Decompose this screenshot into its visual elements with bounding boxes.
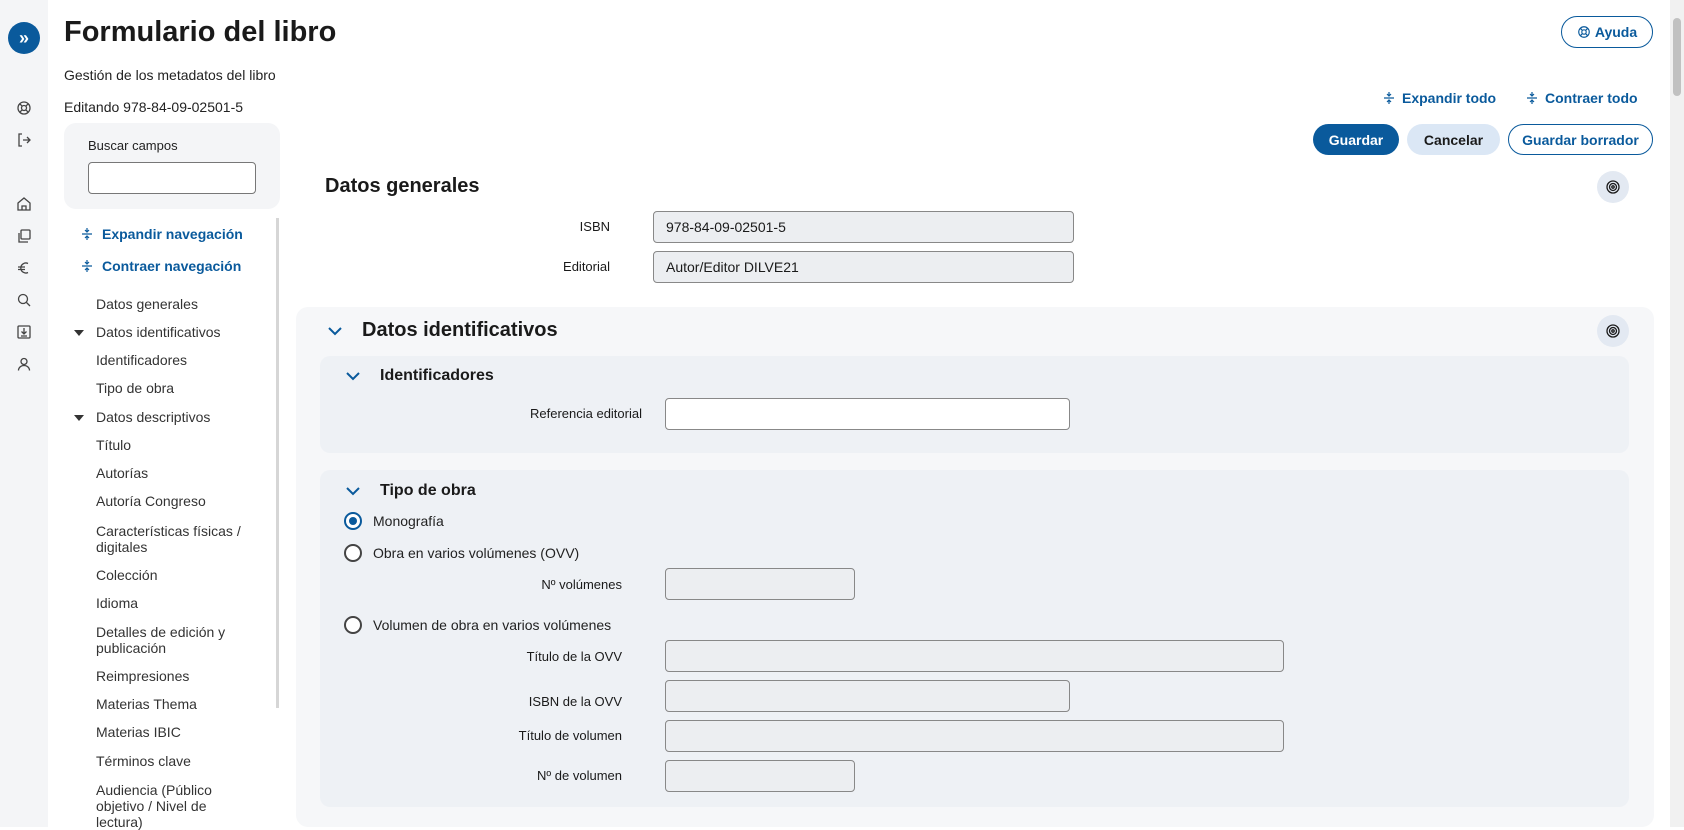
expand-all-button[interactable]: Expandir todo — [1382, 90, 1496, 106]
left-rail: » — [0, 0, 48, 827]
nav-item-coleccion[interactable]: Colección — [96, 567, 246, 583]
editing-label: Editando 978-84-09-02501-5 — [64, 99, 244, 115]
subsection-title-tipo-de-obra: Tipo de obra — [380, 482, 476, 499]
user-icon[interactable] — [12, 352, 36, 376]
collapse-navigation-link[interactable]: Contraer navegación — [80, 258, 241, 274]
section-title-datos-identificativos: Datos identificativos — [362, 319, 558, 341]
nav-item-datos-identificativos[interactable]: Datos identificativos — [96, 324, 246, 340]
nav-item-reimpresiones[interactable]: Reimpresiones — [96, 668, 246, 684]
collapse-all-button[interactable]: Contraer todo — [1525, 90, 1638, 106]
radio-ovv[interactable] — [344, 544, 362, 562]
save-button[interactable]: Guardar — [1313, 124, 1399, 155]
page-scrollbar[interactable] — [1670, 0, 1684, 827]
chevron-down-icon[interactable] — [344, 367, 362, 385]
nav-item-autorias[interactable]: Autorías — [96, 465, 246, 481]
lifebuoy-icon — [1578, 26, 1590, 38]
nav-item-materias-ibic[interactable]: Materias IBIC — [96, 724, 246, 740]
isbn-label: ISBN — [579, 219, 610, 234]
save-draft-button[interactable]: Guardar borrador — [1508, 124, 1653, 155]
lifebuoy-icon[interactable] — [12, 96, 36, 120]
volume-number-input[interactable] — [665, 760, 855, 792]
nav-item-datos-descriptivos[interactable]: Datos descriptivos — [96, 409, 246, 425]
books-icon[interactable] — [12, 224, 36, 248]
ovv-title-label: Título de la OVV — [526, 649, 622, 664]
nav-item-datos-generales[interactable]: Datos generales — [96, 296, 246, 312]
editorial-reference-input[interactable] — [665, 398, 1070, 430]
expand-navigation-label: Expandir navegación — [102, 226, 243, 242]
download-icon[interactable] — [12, 320, 36, 344]
cancel-button[interactable]: Cancelar — [1407, 124, 1500, 155]
nav-item-materias-thema[interactable]: Materias Thema — [96, 696, 246, 712]
logout-icon[interactable] — [12, 128, 36, 152]
radio-label-monografia: Monografía — [373, 513, 444, 529]
nav-item-titulo[interactable]: Título — [96, 437, 246, 453]
chevron-down-icon[interactable] — [344, 482, 362, 500]
collapse-navigation-label: Contraer navegación — [102, 258, 242, 274]
section-title-datos-generales: Datos generales — [325, 175, 480, 197]
subsection-title-identificadores: Identificadores — [380, 367, 494, 384]
collapse-icon — [82, 260, 92, 272]
euro-icon[interactable] — [12, 256, 36, 280]
publisher-label: Editorial — [563, 259, 610, 274]
home-icon[interactable] — [12, 192, 36, 216]
collapse-icon — [1527, 92, 1537, 104]
tipo-de-obra-panel — [320, 470, 1629, 807]
radio-volumen-ovv[interactable] — [344, 616, 362, 634]
expand-rail-icon[interactable]: » — [8, 22, 40, 54]
nav-item-detalles-edicion[interactable]: Detalles de edición y publicación — [96, 624, 246, 656]
caret-down-icon[interactable] — [74, 415, 84, 421]
caret-down-icon[interactable] — [74, 330, 84, 336]
scrollbar-thumb[interactable] — [1673, 18, 1681, 96]
num-volumes-input[interactable] — [665, 568, 855, 600]
nav-item-identificadores[interactable]: Identificadores — [96, 352, 246, 368]
publisher-field[interactable]: Autor/Editor DILVE21 — [653, 251, 1074, 283]
radio-monografia[interactable] — [344, 512, 362, 530]
isbn-field[interactable]: 978-84-09-02501-5 — [653, 211, 1074, 243]
search-label: Buscar campos — [88, 138, 178, 153]
nav-item-idioma[interactable]: Idioma — [96, 595, 246, 611]
nav-item-caracteristicas[interactable]: Características físicas / digitales — [96, 523, 246, 555]
volume-title-input[interactable] — [665, 720, 1284, 752]
nav-item-autoria-congreso[interactable]: Autoría Congreso — [96, 493, 246, 509]
radio-label-ovv: Obra en varios volúmenes (OVV) — [373, 545, 580, 561]
search-input[interactable] — [88, 162, 256, 194]
expand-navigation-link[interactable]: Expandir navegación — [80, 226, 243, 242]
num-volumes-label: Nº volúmenes — [541, 577, 622, 592]
chevron-down-icon[interactable] — [326, 322, 344, 340]
page-subtitle: Gestión de los metadatos del libro — [64, 67, 276, 83]
help-target-icon[interactable] — [1597, 171, 1629, 203]
search-icon[interactable] — [12, 288, 36, 312]
radio-label-volumen-ovv: Volumen de obra en varios volúmenes — [373, 617, 612, 633]
help-label: Ayuda — [1594, 24, 1638, 40]
volume-number-label: Nº de volumen — [537, 768, 622, 783]
ovv-title-input[interactable] — [665, 640, 1284, 672]
volume-title-label: Título de volumen — [518, 728, 622, 743]
help-button[interactable]: Ayuda — [1561, 16, 1653, 48]
expand-icon — [1384, 92, 1394, 104]
editorial-reference-label: Referencia editorial — [529, 406, 642, 421]
page-title: Formulario del libro — [64, 16, 337, 48]
navigation-scrollbar[interactable] — [276, 218, 279, 708]
nav-item-terminos-clave[interactable]: Términos clave — [96, 753, 246, 769]
ovv-isbn-input[interactable] — [665, 680, 1070, 712]
nav-item-tipo-de-obra[interactable]: Tipo de obra — [96, 380, 246, 396]
expand-icon — [82, 228, 92, 240]
expand-all-label: Expandir todo — [1402, 90, 1497, 106]
ovv-isbn-label: ISBN de la OVV — [528, 694, 622, 709]
help-target-icon[interactable] — [1597, 315, 1629, 347]
nav-item-audiencia[interactable]: Audiencia (Público objetivo / Nivel de l… — [96, 782, 246, 830]
collapse-all-label: Contraer todo — [1545, 90, 1638, 106]
search-fields-panel: Buscar campos — [64, 123, 280, 209]
